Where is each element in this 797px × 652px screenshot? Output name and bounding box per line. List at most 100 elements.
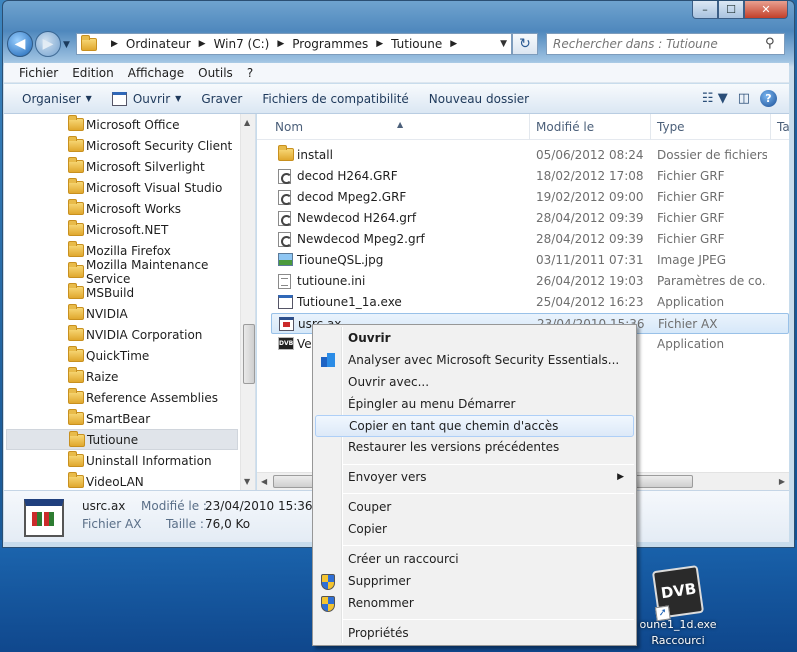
breadcrumb-computer[interactable]: Ordinateur <box>126 37 191 51</box>
file-row[interactable]: Newdecod Mpeg2.grf 28/04/2012 09:39 Fichie… <box>271 229 789 250</box>
column-divider[interactable] <box>650 114 651 140</box>
file-row[interactable]: TiouneQSL.jpg 03/11/2011 07:31 Image JPEG <box>271 250 789 271</box>
desktop-shortcut[interactable]: DVB ➚ oune1_1d.exe Raccourci <box>628 565 728 648</box>
search-icon[interactable]: ⚲ <box>765 36 775 51</box>
sort-ascending-icon: ▲ <box>397 120 404 129</box>
forward-button[interactable]: ▶ <box>35 31 61 57</box>
exe-file-icon <box>278 295 293 309</box>
refresh-button[interactable]: ↻ <box>512 33 538 55</box>
recent-pages-dropdown[interactable]: ▼ <box>63 40 70 50</box>
scroll-left-icon[interactable]: ◀ <box>261 477 267 486</box>
tree-item[interactable]: Raize <box>6 366 238 387</box>
menu-file[interactable]: Fichier <box>12 63 65 82</box>
tree-item[interactable]: SmartBear <box>6 408 238 429</box>
menu-item-copy[interactable]: Copier <box>315 519 634 541</box>
burn-button[interactable]: Graver <box>193 92 254 106</box>
file-row[interactable]: install 05/06/2012 08:24 Dossier de fichie… <box>271 145 789 166</box>
caption-buttons: – ☐ ✕ <box>692 1 788 19</box>
maximize-button[interactable]: ☐ <box>718 1 744 19</box>
column-name[interactable]: Nom <box>275 120 303 134</box>
menu-item-pin-start[interactable]: Épingler au menu Démarrer <box>315 394 634 416</box>
menu-item-restore-label: Restaurer les versions précédentes <box>348 440 560 454</box>
scroll-right-icon[interactable]: ▶ <box>779 477 785 486</box>
preview-pane-icon[interactable]: ◫ <box>738 91 750 106</box>
menu-item-open-with[interactable]: Ouvrir avec... <box>315 372 634 394</box>
nav-scrollbar[interactable]: ▲ ▼ <box>240 114 255 490</box>
tree-item[interactable]: Microsoft Office <box>6 114 238 135</box>
file-type: Application <box>657 337 725 351</box>
nav-scroll-thumb[interactable] <box>243 324 255 384</box>
address-bar[interactable]: ▶ Ordinateur ▶ Win7 (C:) ▶ Programmes ▶ … <box>76 33 512 55</box>
column-divider[interactable] <box>529 114 530 140</box>
file-row[interactable]: decod H264.GRF 18/02/2012 17:08 Fichier GR… <box>271 166 789 187</box>
tree-item[interactable]: Microsoft.NET <box>6 219 238 240</box>
help-icon[interactable]: ? <box>760 90 777 107</box>
chevron-right-icon[interactable]: ▶ <box>450 39 457 49</box>
tree-item[interactable]: Mozilla Maintenance Service <box>6 258 238 286</box>
menu-item-scan-security-essentials[interactable]: Analyser avec Microsoft Security Essenti… <box>315 350 634 372</box>
menu-item-rename[interactable]: Renommer <box>315 593 634 615</box>
column-type[interactable]: Type <box>657 120 685 134</box>
menu-item-copy-as-path-label: Copier en tant que chemin d'accès <box>349 419 559 433</box>
new-folder-button[interactable]: Nouveau dossier <box>421 92 541 106</box>
file-row[interactable]: Newdecod H264.grf 28/04/2012 09:39 Fichier… <box>271 208 789 229</box>
chevron-right-icon[interactable]: ▶ <box>376 39 383 49</box>
tree-item[interactable]: Microsoft Works <box>6 198 238 219</box>
column-size[interactable]: Ta <box>777 120 789 134</box>
minimize-button[interactable]: – <box>692 1 718 19</box>
address-dropdown-icon[interactable]: ▼ <box>500 39 507 49</box>
breadcrumb-programs[interactable]: Programmes <box>292 37 368 51</box>
tree-item[interactable]: Tutioune <box>6 429 238 450</box>
menu-help[interactable]: ? <box>240 63 260 82</box>
breadcrumb: ▶ Ordinateur ▶ Win7 (C:) ▶ Programmes ▶ … <box>103 37 465 51</box>
tree-item[interactable]: Microsoft Silverlight <box>6 156 238 177</box>
column-modified[interactable]: Modifié le <box>536 120 594 134</box>
organize-button[interactable]: Organiser ▼ <box>14 92 104 106</box>
breadcrumb-drive[interactable]: Win7 (C:) <box>214 37 270 51</box>
tree-item[interactable]: MSBuild <box>6 282 238 303</box>
tree-item[interactable]: NVIDIA <box>6 303 238 324</box>
tree-item[interactable]: NVIDIA Corporation <box>6 324 238 345</box>
tree-item[interactable]: Reference Assemblies <box>6 387 238 408</box>
breadcrumb-tutioune[interactable]: Tutioune <box>391 37 442 51</box>
menu-separator <box>343 464 634 465</box>
tree-item[interactable]: QuickTime <box>6 345 238 366</box>
view-options-icon[interactable]: ☷ ▼ <box>702 91 728 106</box>
menu-item-delete[interactable]: Supprimer <box>315 571 634 593</box>
menu-item-restore-versions[interactable]: Restaurer les versions précédentes <box>315 437 634 459</box>
file-row[interactable]: decod Mpeg2.GRF 19/02/2012 09:00 Fichier G… <box>271 187 789 208</box>
forward-arrow-icon: ▶ <box>42 36 54 52</box>
menu-item-send-to[interactable]: Envoyer vers ▶ <box>315 467 634 489</box>
menu-item-create-shortcut[interactable]: Créer un raccourci <box>315 549 634 571</box>
menu-bar: Fichier Edition Affichage Outils ? <box>4 63 789 83</box>
scroll-down-icon[interactable]: ▼ <box>244 477 250 486</box>
tree-item[interactable]: Microsoft Security Client <box>6 135 238 156</box>
menu-view[interactable]: Affichage <box>121 63 191 82</box>
menu-item-open-label: Ouvrir <box>348 331 391 345</box>
menu-item-open[interactable]: Ouvrir <box>315 328 634 350</box>
search-input[interactable] <box>546 33 785 55</box>
back-button[interactable]: ◀ <box>7 31 33 57</box>
column-divider[interactable] <box>770 114 771 140</box>
tree-item[interactable]: Uninstall Information <box>6 450 238 471</box>
chevron-right-icon[interactable]: ▶ <box>277 39 284 49</box>
compatibility-files-button[interactable]: Fichiers de compatibilité <box>254 92 420 106</box>
menu-item-properties[interactable]: Propriétés <box>315 623 634 645</box>
chevron-right-icon[interactable]: ▶ <box>199 39 206 49</box>
tree-item[interactable]: Microsoft Visual Studio <box>6 177 238 198</box>
file-row[interactable]: Tutioune1_1a.exe 25/04/2012 16:23 Applicat… <box>271 292 789 313</box>
menu-item-copy-as-path[interactable]: Copier en tant que chemin d'accès <box>315 415 634 437</box>
folder-icon <box>68 304 84 320</box>
folder-icon <box>68 409 84 425</box>
file-name: tutioune.ini <box>297 274 366 288</box>
menu-edit[interactable]: Edition <box>65 63 121 82</box>
menu-tools[interactable]: Outils <box>191 63 240 82</box>
menu-item-cut[interactable]: Couper <box>315 497 634 519</box>
file-row[interactable]: tutioune.ini 26/04/2012 19:03 Paramètres d… <box>271 271 789 292</box>
dvb-logo-text: DVB <box>659 579 698 603</box>
open-button[interactable]: Ouvrir ▼ <box>104 91 194 106</box>
scroll-up-icon[interactable]: ▲ <box>244 118 250 127</box>
chevron-right-icon[interactable]: ▶ <box>111 39 118 49</box>
close-button[interactable]: ✕ <box>744 1 788 19</box>
tree-item[interactable]: VideoLAN <box>6 471 238 490</box>
